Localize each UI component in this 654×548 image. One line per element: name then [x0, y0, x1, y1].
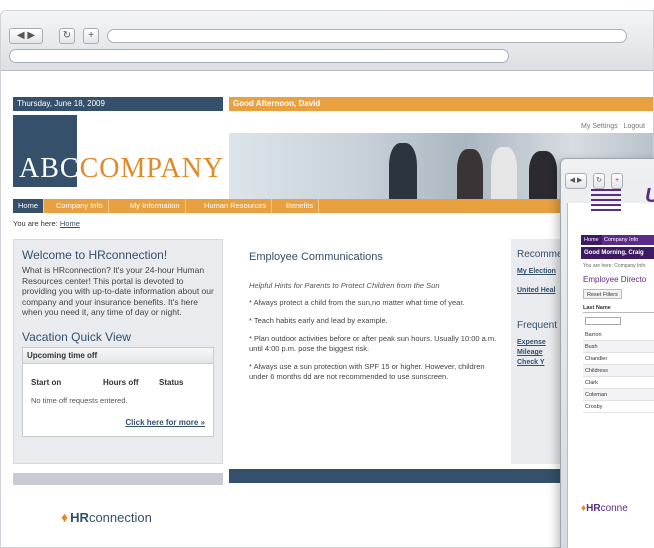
- reload-icon[interactable]: ↻: [593, 173, 605, 189]
- col-status: Status: [159, 377, 184, 387]
- welcome-body: What is HRconnection? It's your 24-hour …: [22, 265, 214, 317]
- second-browser-window: ◀ ▶ ↻ + U Home Company Info Good Morning…: [560, 158, 654, 548]
- recommended-title: Recomme: [517, 249, 563, 260]
- reset-filters-button[interactable]: Reset Filters: [583, 289, 622, 299]
- second-breadcrumb: You are here: Company Info: [583, 263, 646, 269]
- second-footer-thin: conne: [600, 503, 628, 514]
- forward-icon[interactable]: ▶: [27, 30, 35, 41]
- last-name-filter-input[interactable]: [585, 317, 621, 325]
- breadcrumb-prefix: You are here:: [13, 219, 58, 228]
- table-row[interactable]: Chandler: [583, 353, 654, 365]
- hint-item: * Always protect a child from the sun,no…: [249, 298, 465, 307]
- hrconnection-logo-icon: ♦: [61, 509, 69, 525]
- second-footer-bold: HR: [586, 503, 601, 514]
- vacation-title: Vacation Quick View: [22, 329, 131, 344]
- person-figure: [529, 151, 557, 199]
- last-name-header[interactable]: Last Name: [583, 303, 654, 313]
- hrconnection-logo: ♦ HRconnection: [61, 509, 152, 525]
- communications-section: Employee Communications Helpful Hints fo…: [249, 251, 499, 390]
- table-row[interactable]: Barron: [583, 329, 654, 341]
- back-forward-button[interactable]: ◀ ▶: [9, 28, 43, 44]
- vacation-more-link[interactable]: Click here for more »: [125, 418, 205, 427]
- new-tab-icon[interactable]: +: [83, 28, 99, 44]
- date-banner: Thursday, June 18, 2009: [13, 97, 223, 111]
- greeting-banner: Good Afternoon, David: [229, 97, 653, 111]
- welcome-title: Welcome to HRconnection!: [22, 248, 168, 262]
- portal-page: Thursday, June 18, 2009 Good Afternoon, …: [1, 71, 653, 547]
- footer-logo-bold: HR: [70, 510, 89, 525]
- address-bar[interactable]: [107, 29, 627, 43]
- logout-link[interactable]: Logout: [624, 123, 645, 130]
- footer-bar-left: [13, 473, 223, 485]
- frequent-title: Frequent: [517, 320, 558, 331]
- my-election-link[interactable]: My Election: [517, 268, 565, 275]
- logo-company: COMPANY: [79, 153, 225, 184]
- second-nav-company-info[interactable]: Company Info: [601, 235, 641, 245]
- nav-company-info[interactable]: Company Info: [51, 199, 109, 213]
- breadcrumb: You are here: Home: [13, 219, 80, 228]
- university-logo-icon: [591, 189, 621, 211]
- company-logo: ABCCOMPANY: [13, 115, 223, 187]
- university-logo-text: U: [645, 185, 654, 208]
- second-nav: Home Company Info: [581, 235, 654, 245]
- col-start-on: Start on: [31, 377, 62, 387]
- hint-item: * Teach habits early and lead by example…: [249, 316, 388, 325]
- check-link[interactable]: Check Y: [517, 359, 565, 366]
- browser-window: ◀ ▶ ↻ + Thursday, June 18, 2009 Good Aft…: [0, 10, 654, 548]
- account-links: My Settings Logout: [577, 123, 645, 130]
- second-greeting: Good Morning, Craig: [581, 247, 654, 259]
- mileage-link[interactable]: Mileage: [517, 349, 565, 356]
- back-forward-button[interactable]: ◀ ▶: [565, 173, 587, 189]
- breadcrumb-home-link[interactable]: Home: [60, 219, 80, 228]
- second-hrconnection-logo: ♦HRconne: [581, 503, 628, 514]
- united-health-link[interactable]: United Heal: [517, 287, 565, 294]
- logo-abc: ABC: [19, 153, 80, 184]
- main-nav: Home Company Info My Information Human R…: [13, 199, 653, 213]
- table-row[interactable]: Crosby: [583, 401, 654, 413]
- welcome-panel: Welcome to HRconnection! What is HRconne…: [13, 239, 223, 464]
- person-figure: [491, 147, 517, 199]
- vacation-box: Upcoming time off Start on Hours off Sta…: [22, 346, 214, 437]
- browser-toolbar: ◀ ▶ ↻ +: [1, 11, 653, 71]
- directory-rows: Barron Bush Chandler Childress Clark Col…: [583, 329, 654, 413]
- logo-text: ABCCOMPANY: [19, 153, 224, 185]
- back-icon[interactable]: ◀: [17, 30, 25, 41]
- person-figure: [457, 149, 483, 199]
- my-settings-link[interactable]: My Settings: [581, 123, 618, 130]
- vacation-empty-text: No time off requests entered.: [31, 395, 128, 405]
- nav-human-resources[interactable]: Human Resources: [199, 199, 273, 213]
- vacation-box-title: Upcoming time off: [23, 347, 213, 364]
- col-hours-off: Hours off: [103, 377, 139, 387]
- second-nav-home[interactable]: Home: [581, 235, 602, 245]
- table-row[interactable]: Clark: [583, 377, 654, 389]
- nav-home[interactable]: Home: [13, 199, 45, 213]
- table-row[interactable]: Bush: [583, 341, 654, 353]
- footer-logo-thin: connection: [88, 510, 152, 525]
- directory-title: Employee Directo: [583, 275, 647, 284]
- hint-title: Helpful Hints for Parents to Protect Chi…: [249, 281, 440, 290]
- nav-my-information[interactable]: My Information: [125, 199, 186, 213]
- nav-benefits[interactable]: Benefits: [281, 199, 320, 213]
- communications-title: Employee Communications: [249, 251, 383, 263]
- expense-link[interactable]: Expense: [517, 339, 565, 346]
- search-bar[interactable]: [9, 49, 509, 63]
- hint-item: * Plan outdoor activities before or afte…: [249, 334, 497, 353]
- reload-icon[interactable]: ↻: [59, 28, 75, 44]
- table-row[interactable]: Coleman: [583, 389, 654, 401]
- hint-item: * Always use a sun protection with SPF 1…: [249, 362, 485, 381]
- new-tab-icon[interactable]: +: [611, 173, 623, 189]
- person-figure: [389, 143, 417, 199]
- table-row[interactable]: Childress: [583, 365, 654, 377]
